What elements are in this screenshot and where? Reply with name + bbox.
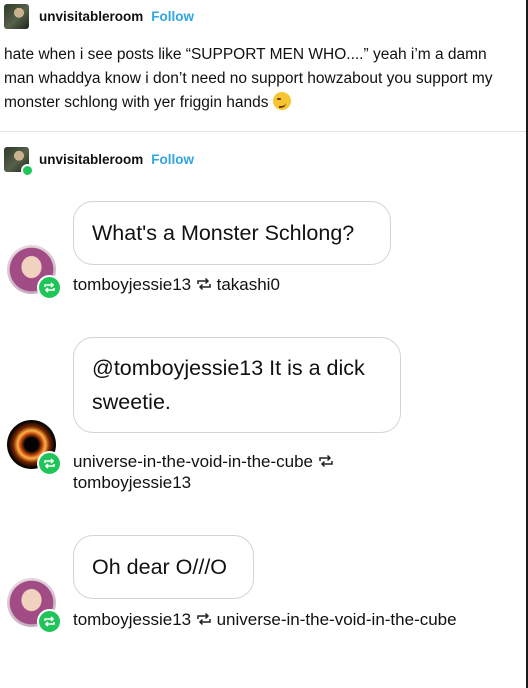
reblog-header: unvisitableroom Follow	[4, 147, 194, 177]
message-text: What's a Monster Schlong?	[92, 221, 355, 245]
reblogger-name[interactable]: tomboyjessie13	[73, 610, 191, 629]
post-header: unvisitableroom Follow	[4, 4, 194, 29]
reblog-attribution: tomboyjessie13 takashi0	[73, 274, 280, 295]
message-text: Oh dear O///O	[92, 555, 228, 579]
reblog-attribution: tomboyjessie13 universe-in-the-void-in-t…	[73, 609, 473, 630]
source-name[interactable]: takashi0	[217, 275, 280, 294]
message-text: @tomboyjessie13 It is a dick sweetie.	[92, 356, 365, 414]
reblog-icon	[37, 609, 62, 634]
source-name[interactable]: tomboyjessie13	[73, 473, 191, 492]
message-bubble: @tomboyjessie13 It is a dick sweetie.	[73, 337, 401, 433]
reblog-arrow-icon	[197, 612, 211, 626]
reblog-arrow-icon	[197, 277, 211, 291]
post-text: hate when i see posts like “SUPPORT MEN …	[4, 46, 493, 111]
reblog-attribution: universe-in-the-void-in-the-cube tomboyj…	[73, 451, 373, 493]
reblog-badge-icon	[21, 164, 34, 177]
username-link[interactable]: unvisitableroom	[39, 9, 143, 24]
source-name[interactable]: universe-in-the-void-in-the-cube	[217, 610, 457, 629]
message-bubble: Oh dear O///O	[73, 535, 254, 599]
reblogger-name[interactable]: universe-in-the-void-in-the-cube	[73, 452, 313, 471]
username-link[interactable]: unvisitableroom	[39, 152, 143, 167]
reblogger-name[interactable]: tomboyjessie13	[73, 275, 191, 294]
reblog-icon	[37, 451, 62, 476]
user-avatar[interactable]	[4, 147, 34, 177]
divider	[0, 131, 526, 132]
smirking-face-icon	[272, 92, 291, 110]
follow-button[interactable]: Follow	[151, 9, 194, 24]
message-bubble: What's a Monster Schlong?	[73, 201, 391, 265]
reblog-icon	[37, 275, 62, 300]
post-body: hate when i see posts like “SUPPORT MEN …	[4, 43, 514, 115]
reblog-arrow-icon	[319, 454, 333, 468]
follow-button[interactable]: Follow	[151, 152, 194, 167]
user-avatar[interactable]	[4, 4, 29, 29]
